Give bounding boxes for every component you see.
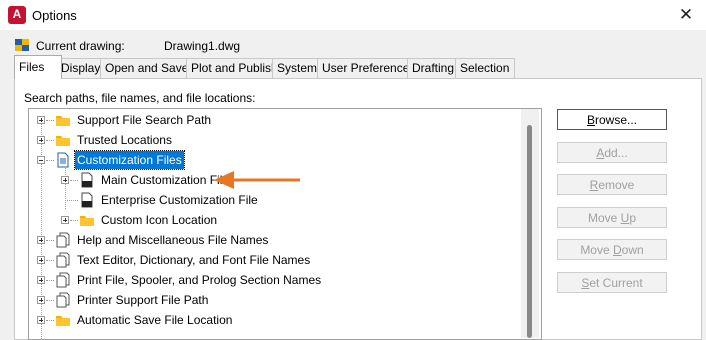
expand-icon[interactable] [37,296,45,304]
tree-connector [46,160,54,161]
tree-item-enterprise-customization-file[interactable]: Enterprise Customization File [29,190,519,210]
tree-item-custom-icon-location[interactable]: Custom Icon Location [29,210,519,230]
autocad-app-icon: A [8,6,26,24]
tree-item-label: Main Customization File [101,173,230,187]
expand-icon[interactable] [61,176,69,184]
tree-connector [70,220,78,221]
tree-item-label: Trusted Locations [77,133,172,147]
tree-item-label: Support File Search Path [77,113,212,127]
add-button[interactable]: Add... [557,142,667,163]
collapse-icon[interactable] [37,156,45,164]
folder-icon [80,216,94,226]
button-label: Move [587,211,621,225]
tree-item-label: Printer Support File Path [77,293,209,307]
expand-icon[interactable] [37,236,45,244]
tab-user-preferences[interactable]: User Preferences [317,58,415,78]
tree-item-label: Text Editor, Dictionary, and Font File N… [77,253,311,267]
button-label: Move [580,243,613,257]
folder-icon [56,116,70,126]
close-button[interactable]: ✕ [674,4,698,26]
mnemonic: D [613,243,622,257]
file-locations-tree[interactable]: Support File Search Path Trusted Locatio… [28,108,542,340]
tree-connector [46,280,54,281]
expand-icon[interactable] [37,136,45,144]
cui-file-icon [81,192,93,208]
tree-item-label: Automatic Save File Location [77,313,233,327]
tree-item-support-file-search-path[interactable]: Support File Search Path [29,110,519,130]
remove-button[interactable]: Remove [557,174,667,195]
button-label: p [629,211,637,225]
tab-selection[interactable]: Selection [455,58,515,78]
expand-icon[interactable] [61,216,69,224]
current-drawing-icon [15,39,29,51]
tree-item-help-and-misc-file-names[interactable]: Help and Miscellaneous File Names [29,230,519,250]
tab-plot-and-publish[interactable]: Plot and Publish [186,58,282,78]
folder-icon [56,316,70,326]
expand-icon[interactable] [37,116,45,124]
mnemonic: R [589,178,599,192]
multi-document-icon [56,252,70,268]
tree-connector [46,320,54,321]
search-paths-label: Search paths, file names, and file locat… [24,91,256,105]
window-title: Options [32,8,77,23]
expand-icon[interactable] [37,316,45,324]
tree-item-automatic-save-file-location[interactable]: Automatic Save File Location [29,310,519,330]
scroll-thumb[interactable] [527,125,532,338]
cui-file-icon [81,172,93,188]
tree-connector [46,120,54,121]
tab-open-and-save[interactable]: Open and Save [100,58,192,78]
tree-connector [70,180,78,181]
document-icon [57,152,69,168]
move-down-button[interactable]: Move Down [557,239,667,260]
mnemonic: B [586,113,595,127]
tab-files[interactable]: Files [14,55,62,79]
tree-connector [46,140,54,141]
multi-document-icon [56,292,70,308]
tree-item-text-editor-dictionary-font[interactable]: Text Editor, Dictionary, and Font File N… [29,250,519,270]
button-label: own [621,243,644,257]
expand-icon[interactable] [37,276,45,284]
set-current-button[interactable]: Set Current [557,272,667,293]
tree-item-trusted-locations[interactable]: Trusted Locations [29,130,519,150]
multi-document-icon [56,272,70,288]
tree-item-label: Print File, Spooler, and Prolog Section … [77,273,322,287]
tree-connector [65,200,78,201]
tree-item-label: Customization Files [74,150,185,170]
expand-icon[interactable] [37,256,45,264]
folder-icon [56,136,70,146]
tab-system[interactable]: System [272,58,323,78]
current-drawing-value: Drawing1.dwg [164,39,241,53]
button-label: et Current [589,276,643,290]
tree-connector [46,300,54,301]
tree-item-printer-support-file-path[interactable]: Printer Support File Path [29,290,519,310]
tree-item-label: Help and Miscellaneous File Names [77,233,269,247]
tree-connector [46,260,54,261]
tree-scrollbar[interactable] [521,109,539,338]
left-arrow-icon [214,171,300,189]
tab-display[interactable]: Display [56,58,104,78]
button-label: emove [598,178,635,192]
multi-document-icon [56,232,70,248]
tree-connector [46,240,54,241]
title-bar: A Options ✕ [0,0,706,30]
tree-item-label: Enterprise Customization File [101,193,258,207]
tree-item-customization-files[interactable]: Customization Files [29,150,519,170]
current-drawing-label: Current drawing: [36,39,125,53]
button-label: rowse... [595,113,638,127]
browse-button[interactable]: Browse... [557,109,667,130]
move-up-button[interactable]: Move Up [557,207,667,228]
tree-item-print-file-spooler-prolog[interactable]: Print File, Spooler, and Prolog Section … [29,270,519,290]
button-label: dd... [604,146,628,160]
tree-item-label: Custom Icon Location [101,213,218,227]
